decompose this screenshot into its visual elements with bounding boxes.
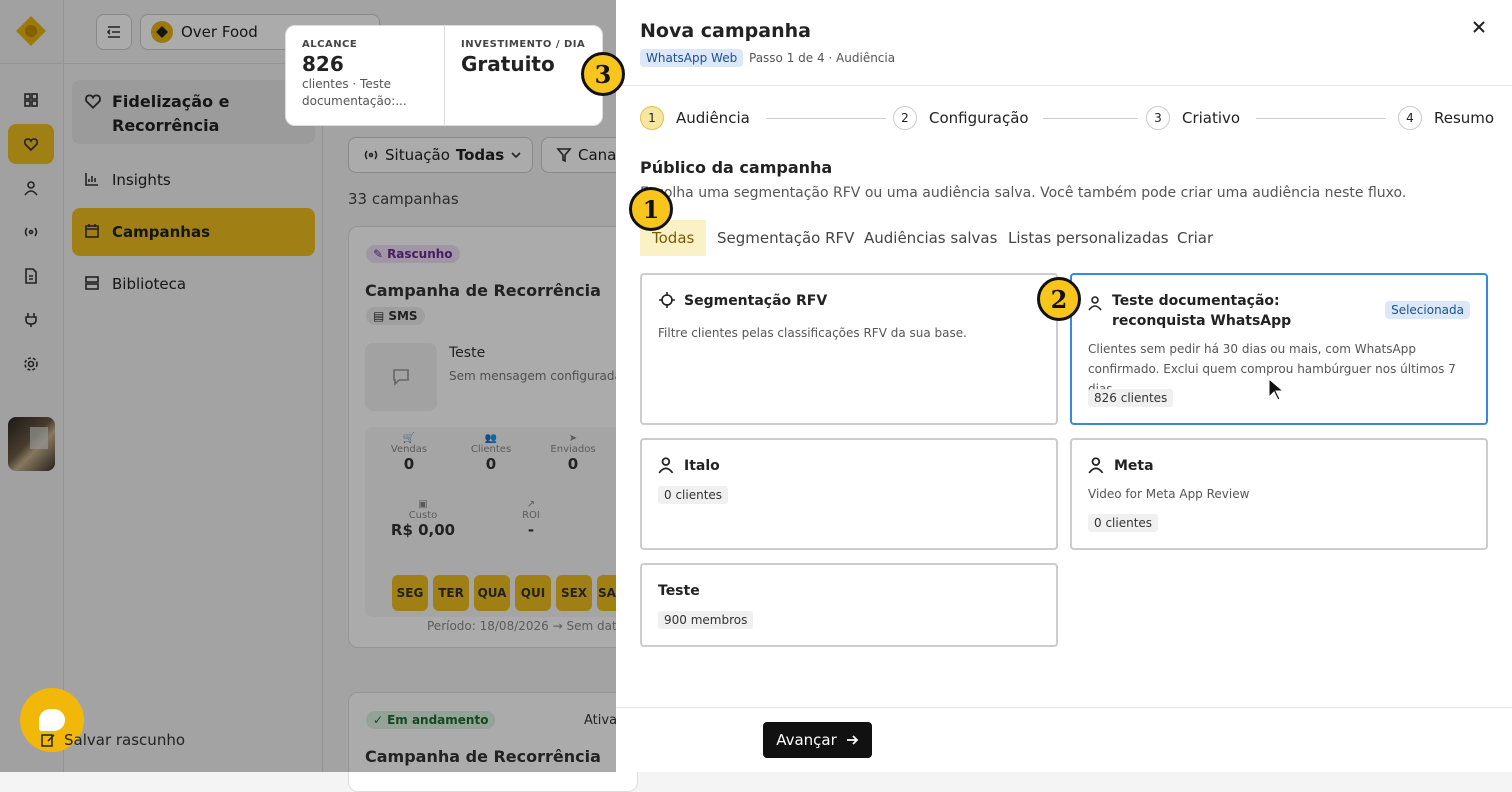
new-campaign-panel: Nova campanha WhatsApp Web Passo 1 de 4 … (616, 0, 1512, 772)
chat-icon (39, 709, 65, 731)
audience-count: 900 membros (658, 611, 754, 629)
next-button[interactable]: Avançar (763, 722, 872, 758)
reach-col: ALCANCE 826 clientes · Teste documentaçã… (286, 26, 444, 125)
channel-badge: WhatsApp Web (640, 49, 744, 67)
step-audiencia[interactable]: 1 Audiência (640, 106, 750, 130)
audience-count: 0 clientes (658, 486, 729, 504)
user-icon (1088, 295, 1104, 311)
step-criativo[interactable]: 3 Criativo (1146, 106, 1240, 130)
tab-criar[interactable]: Criar (1165, 220, 1225, 256)
user-icon (658, 456, 676, 474)
step-resumo[interactable]: 4 Resumo (1398, 106, 1494, 130)
invest-col: INVESTIMENTO / DIA Gratuito (444, 26, 602, 125)
mouse-cursor-icon (1268, 378, 1284, 402)
option-italo[interactable]: Italo 0 clientes (640, 438, 1058, 550)
option-teste[interactable]: Teste 900 membros (640, 563, 1058, 647)
option-teste-documentacao[interactable]: Teste documentação: reconquista WhatsApp… (1070, 273, 1488, 425)
section-title: Público da campanha (640, 158, 833, 177)
arrow-right-icon (845, 733, 859, 747)
annotation-marker-3: 3 (581, 52, 625, 96)
save-draft-button[interactable]: Salvar rascunho (40, 731, 185, 749)
step-configuracao[interactable]: 2 Configuração (893, 106, 1029, 130)
annotation-marker-2: 2 (1037, 277, 1081, 321)
reach-value: 826 (302, 52, 344, 76)
user-icon (1088, 456, 1106, 474)
annotation-marker-1: 1 (629, 187, 673, 231)
tab-listas-personalizadas[interactable]: Listas personalizadas (996, 220, 1181, 256)
step-info: Passo 1 de 4 · Audiência (749, 51, 896, 65)
tab-audiencias-salvas[interactable]: Audiências salvas (852, 220, 1009, 256)
audience-count: 826 clientes (1088, 389, 1174, 407)
close-button[interactable] (1472, 20, 1486, 34)
close-icon (1473, 21, 1485, 33)
section-desc: Escolha uma segmentação RFV ou uma audiê… (640, 185, 1407, 201)
invest-value: Gratuito (461, 52, 555, 76)
panel-title: Nova campanha (640, 20, 811, 42)
option-segmentacao-rfv[interactable]: Segmentação RFV Filtre clientes pelas cl… (640, 273, 1058, 425)
tab-segmentacao-rfv[interactable]: Segmentação RFV (705, 220, 866, 256)
audience-count: 0 clientes (1088, 514, 1159, 532)
reach-sub: clientes · Teste documentação:... (302, 77, 407, 108)
edit-icon (40, 732, 56, 748)
option-meta[interactable]: Meta Video for Meta App Review 0 cliente… (1070, 438, 1488, 550)
reach-summary-card: ALCANCE 826 clientes · Teste documentaçã… (285, 25, 603, 126)
crosshair-icon (658, 291, 676, 309)
selected-badge: Selecionada (1385, 301, 1470, 319)
